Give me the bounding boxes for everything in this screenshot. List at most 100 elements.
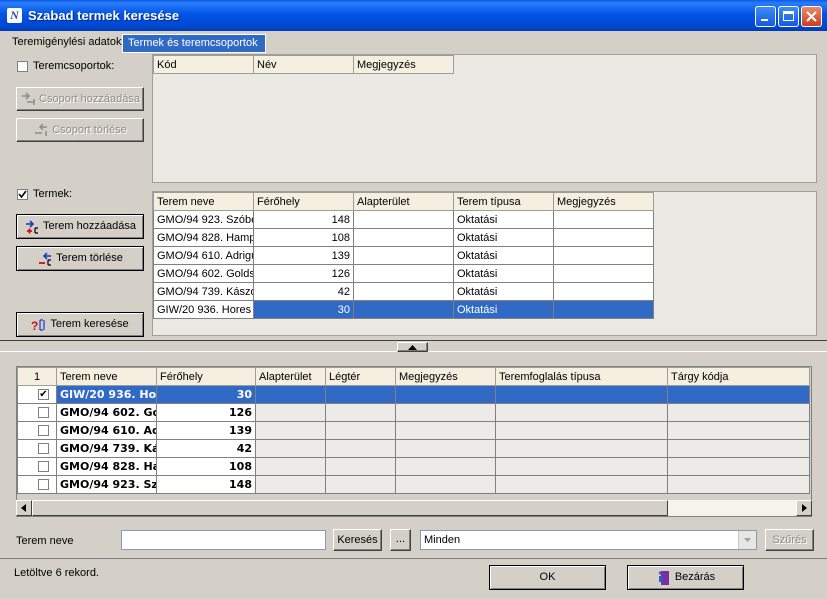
table-row-selected[interactable]: ✔ GIW/20 936. Hor 30: [17, 385, 810, 404]
table-row[interactable]: GMO/94 610. Adrigu 139 Oktatási: [153, 246, 654, 265]
groups-checkbox[interactable]: [17, 61, 28, 72]
ok-button[interactable]: OK: [489, 565, 606, 590]
result-subject-code-cell[interactable]: [667, 457, 810, 476]
room-area-cell[interactable]: [353, 300, 454, 319]
result-capacity-cell[interactable]: 126: [156, 403, 256, 422]
room-name-cell[interactable]: GIW/20 936. Hores: [153, 300, 254, 319]
result-name-cell[interactable]: GMO/94 610. Ad: [56, 421, 157, 440]
result-note-cell[interactable]: [395, 457, 496, 476]
result-booking-type-cell[interactable]: [495, 457, 668, 476]
rooms-column-header[interactable]: Megjegyzés: [553, 192, 654, 211]
remove-group-button[interactable]: Csoport törlése: [16, 118, 144, 142]
result-capacity-cell[interactable]: 42: [156, 439, 256, 458]
horizontal-scrollbar[interactable]: [16, 500, 812, 516]
table-row[interactable]: GMO/94 602. Golds 126 Oktatási: [153, 264, 654, 283]
result-subject-code-cell[interactable]: [667, 475, 810, 494]
room-note-cell[interactable]: [553, 228, 654, 247]
room-type-cell[interactable]: Oktatási: [453, 228, 554, 247]
result-volume-cell[interactable]: [325, 439, 396, 458]
rooms-column-header[interactable]: Alapterület: [353, 192, 454, 211]
room-capacity-cell[interactable]: 126: [253, 264, 354, 283]
result-volume-cell[interactable]: [325, 475, 396, 494]
result-capacity-cell[interactable]: 148: [156, 475, 256, 494]
result-booking-type-cell[interactable]: [495, 439, 668, 458]
room-note-cell[interactable]: [553, 282, 654, 301]
groups-column-header[interactable]: Név: [253, 55, 354, 74]
result-volume-cell[interactable]: [325, 457, 396, 476]
search-room-button[interactable]: ? Terem keresése: [16, 312, 144, 337]
add-group-button[interactable]: Csoport hozzáadása: [16, 87, 144, 111]
filter-button[interactable]: Szűrés: [765, 529, 814, 551]
groups-grid[interactable]: Kód Név Megjegyzés: [152, 54, 817, 183]
results-column-header[interactable]: Tárgy kódja: [667, 367, 810, 386]
scroll-thumb[interactable]: [32, 500, 668, 516]
checkbox-unchecked[interactable]: [38, 479, 49, 490]
result-note-cell[interactable]: [395, 439, 496, 458]
result-volume-cell[interactable]: [325, 385, 396, 404]
result-booking-type-cell[interactable]: [495, 421, 668, 440]
row-checkbox[interactable]: [17, 475, 57, 494]
close-window-button[interactable]: [801, 6, 822, 27]
room-area-cell[interactable]: [353, 210, 454, 229]
room-capacity-cell[interactable]: 148: [253, 210, 354, 229]
row-checkbox[interactable]: ✔: [17, 385, 57, 404]
checkbox-unchecked[interactable]: [38, 407, 49, 418]
results-grid[interactable]: 1 Terem neve Férőhely Alapterület Légtér…: [16, 366, 812, 517]
table-row[interactable]: GMO/94 602. Go 126: [17, 403, 810, 422]
scroll-right-button[interactable]: [796, 500, 812, 516]
result-volume-cell[interactable]: [325, 403, 396, 422]
result-subject-code-cell[interactable]: [667, 385, 810, 404]
checkbox-unchecked[interactable]: [38, 443, 49, 454]
result-name-cell[interactable]: GIW/20 936. Hor: [56, 385, 157, 404]
table-row[interactable]: GMO/94 828. Ha 108: [17, 457, 810, 476]
type-select[interactable]: Minden: [420, 530, 757, 550]
results-column-header[interactable]: Megjegyzés: [395, 367, 496, 386]
room-area-cell[interactable]: [353, 228, 454, 247]
result-area-cell[interactable]: [255, 439, 326, 458]
checkbox-unchecked[interactable]: [38, 461, 49, 472]
result-subject-code-cell[interactable]: [667, 403, 810, 422]
collapse-button[interactable]: [397, 342, 428, 352]
results-column-header[interactable]: Terem neve: [56, 367, 157, 386]
room-type-cell[interactable]: Oktatási: [453, 264, 554, 283]
rooms-column-header[interactable]: Férőhely: [253, 192, 354, 211]
scroll-left-button[interactable]: [16, 500, 32, 516]
groups-column-header[interactable]: Kód: [153, 55, 254, 74]
room-name-cell[interactable]: GMO/94 610. Adrigu: [153, 246, 254, 265]
result-capacity-cell[interactable]: 108: [156, 457, 256, 476]
result-booking-type-cell[interactable]: [495, 475, 668, 494]
room-area-cell[interactable]: [353, 264, 454, 283]
browse-button[interactable]: ...: [390, 529, 411, 551]
room-type-cell[interactable]: Oktatási: [453, 282, 554, 301]
room-name-cell[interactable]: GMO/94 828. Hamp: [153, 228, 254, 247]
result-note-cell[interactable]: [395, 421, 496, 440]
results-column-header[interactable]: 1: [17, 367, 57, 386]
room-name-cell[interactable]: GMO/94 739. Kászo: [153, 282, 254, 301]
room-type-cell[interactable]: Oktatási: [453, 246, 554, 265]
result-name-cell[interactable]: GMO/94 923. Sz: [56, 475, 157, 494]
close-button[interactable]: Bezárás: [627, 565, 744, 590]
room-area-cell[interactable]: [353, 246, 454, 265]
result-capacity-cell[interactable]: 139: [156, 421, 256, 440]
result-booking-type-cell[interactable]: [495, 403, 668, 422]
table-row[interactable]: GMO/94 923. Sz 148: [17, 475, 810, 494]
row-checkbox[interactable]: [17, 439, 57, 458]
result-name-cell[interactable]: GMO/94 602. Go: [56, 403, 157, 422]
search-button[interactable]: Keresés: [333, 529, 382, 551]
results-column-header[interactable]: Férőhely: [156, 367, 256, 386]
rooms-column-header[interactable]: Terem neve: [153, 192, 254, 211]
row-checkbox[interactable]: [17, 403, 57, 422]
result-subject-code-cell[interactable]: [667, 439, 810, 458]
rooms-column-header[interactable]: Terem típusa: [453, 192, 554, 211]
table-row[interactable]: GMO/94 610. Ad 139: [17, 421, 810, 440]
table-row[interactable]: GMO/94 739. Kászo 42 Oktatási: [153, 282, 654, 301]
result-note-cell[interactable]: [395, 475, 496, 494]
room-note-cell[interactable]: [553, 300, 654, 319]
result-subject-code-cell[interactable]: [667, 421, 810, 440]
table-row[interactable]: GMO/94 828. Hamp 108 Oktatási: [153, 228, 654, 247]
result-note-cell[interactable]: [395, 403, 496, 422]
room-note-cell[interactable]: [553, 264, 654, 283]
tab-rooms-and-groups[interactable]: Termek és teremcsoportok: [122, 34, 266, 53]
panel-splitter[interactable]: [0, 340, 827, 352]
room-capacity-cell[interactable]: 108: [253, 228, 354, 247]
